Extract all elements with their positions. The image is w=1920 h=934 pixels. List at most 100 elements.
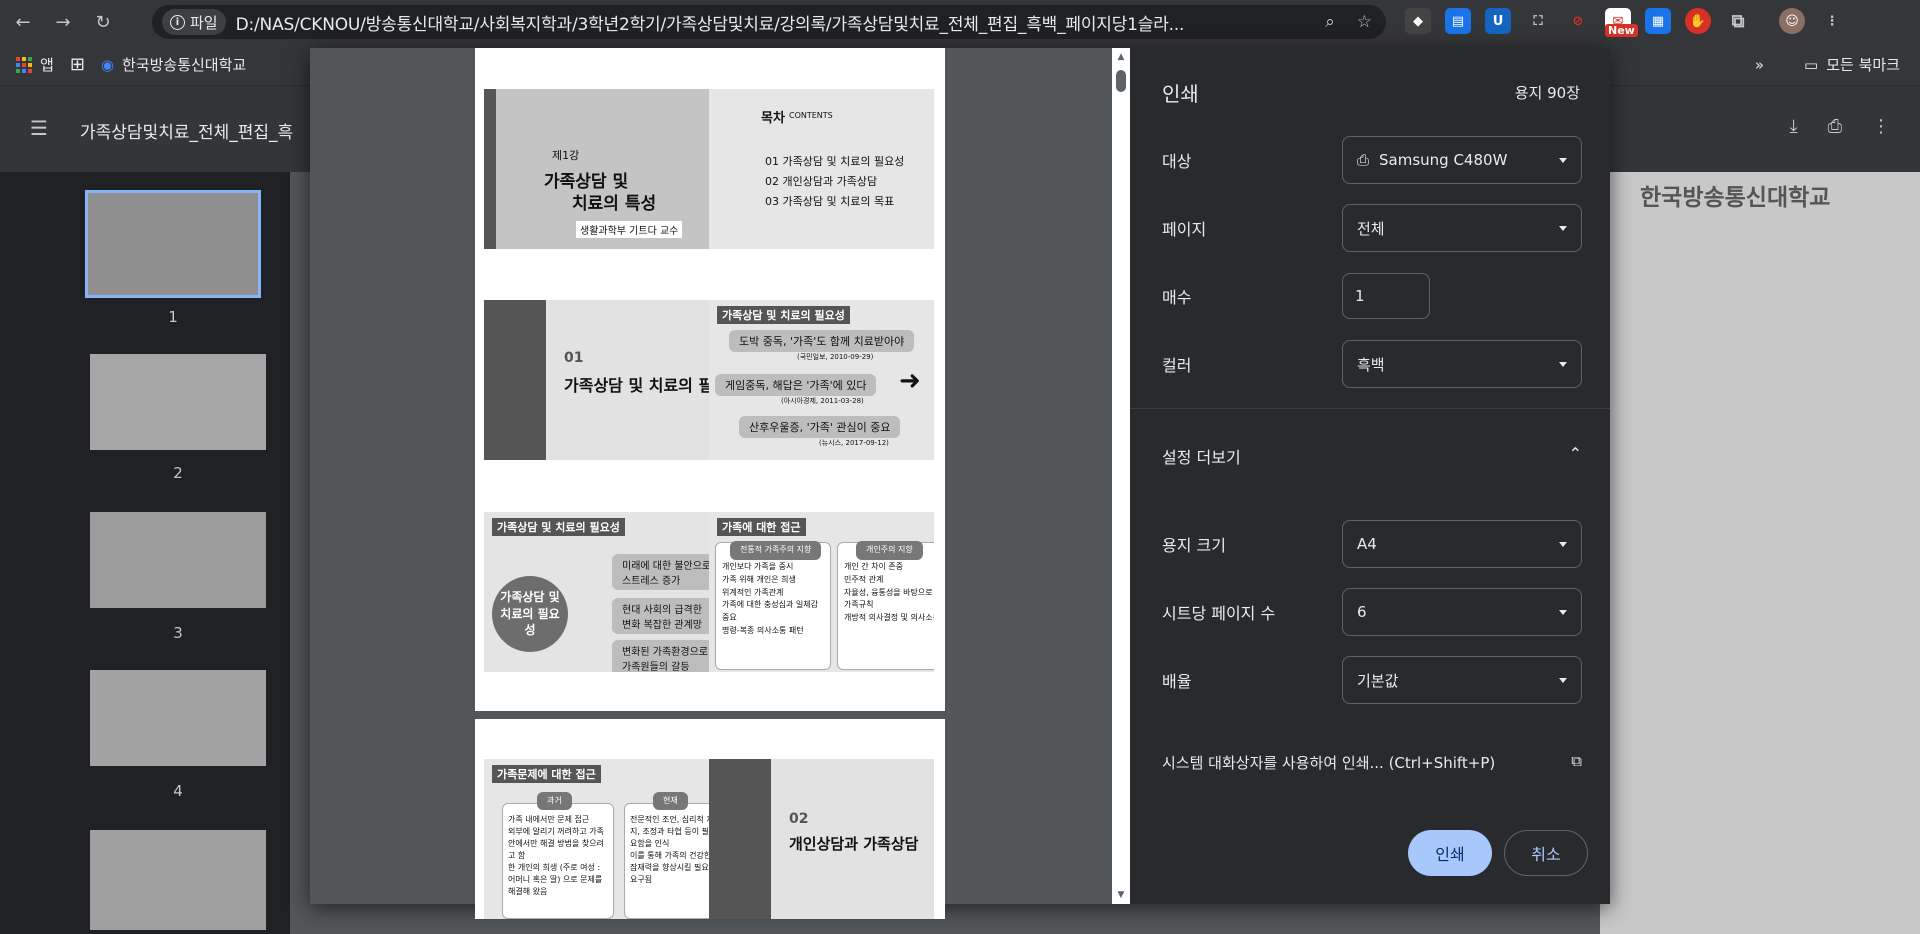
column-item: 민주적 관계 xyxy=(844,574,884,584)
sheet-count: 용지 90장 xyxy=(1514,84,1580,102)
dropdown-caret-icon xyxy=(1559,362,1567,367)
scroll-down-icon[interactable]: ▼ xyxy=(1116,890,1126,900)
more-icon[interactable]: ⋮ xyxy=(1872,116,1890,137)
destination-label: 대상 xyxy=(1162,152,1192,171)
slide-dark-strip xyxy=(709,759,771,919)
thumbnail-page-2[interactable] xyxy=(90,354,266,450)
slide-dark-strip xyxy=(484,89,496,249)
address-bar[interactable]: i 파일 D:/NAS/CKNOU/방송통신대학교/사회복지학과/3학년2학기/… xyxy=(152,5,1386,39)
more-settings-toggle[interactable]: 설정 더보기 ⌃ xyxy=(1162,444,1582,468)
chrome-menu-icon[interactable]: ⋮ xyxy=(1819,8,1845,34)
arrow-icon: ➜ xyxy=(899,366,921,396)
scale-select[interactable]: 기본값 xyxy=(1342,656,1582,704)
scroll-thumb[interactable] xyxy=(1116,70,1126,92)
destination-row: 대상 ⎙ Samsung C480W xyxy=(1162,136,1582,184)
thumbnail-label: 3 xyxy=(173,624,183,642)
evernote-extension-icon[interactable]: ◆ xyxy=(1405,8,1431,34)
news-item: 도박 중독, '가족'도 함께 치료받아야 xyxy=(729,330,915,352)
slide-author: 생활과학부 기트다 교수 xyxy=(576,221,683,238)
print-button[interactable]: 인쇄 xyxy=(1408,830,1492,876)
bookmark-star-icon[interactable]: ☆ xyxy=(1357,12,1372,32)
scale-row: 배율 기본값 xyxy=(1162,656,1582,704)
thumbnail-page-5[interactable] xyxy=(90,830,266,930)
preview-scrollbar[interactable]: ▲ ▼ xyxy=(1112,48,1130,904)
bookmarks-overflow[interactable]: » xyxy=(1755,56,1764,74)
extension-u-icon[interactable]: U xyxy=(1485,8,1511,34)
present-column: 현재 전문적인 조언, 심리적 지지, 조정과 타협 등이 필요함을 인식 이를… xyxy=(624,792,709,919)
back-icon[interactable]: ← xyxy=(6,5,40,39)
color-select[interactable]: 흑백 xyxy=(1342,340,1582,388)
open-external-icon: ⧉ xyxy=(1571,752,1582,770)
contents-title-en: CONTENTS xyxy=(789,111,833,120)
extension-red-icon[interactable]: ⊘ xyxy=(1565,8,1591,34)
pdf-menu-icon[interactable]: ☰ xyxy=(30,116,48,140)
scroll-up-icon[interactable]: ▲ xyxy=(1116,52,1126,62)
thumbnail-page-1[interactable] xyxy=(85,190,261,298)
print-preview: 제1강 가족상담 및 치료의 특성 생활과학부 기트다 교수 목차 CONTEN… xyxy=(310,48,1130,919)
bookmark-apps[interactable]: 앱 xyxy=(16,54,54,75)
bookmark-grid[interactable]: ⊞ xyxy=(70,54,85,75)
news-source: (뉴시스, 2017-09-12) xyxy=(819,439,889,447)
browser-toolbar: ← → ↻ i 파일 D:/NAS/CKNOU/방송통신대학교/사회복지학과/3… xyxy=(0,0,1920,44)
section-heading: 가족문제에 대한 접근 xyxy=(492,765,601,783)
print-title: 인쇄 xyxy=(1162,82,1199,106)
chapter-title: 개인상담과 가족상담 xyxy=(789,835,919,853)
thumbnail-label: 4 xyxy=(173,782,183,800)
copies-row: 매수 1 xyxy=(1162,272,1582,320)
column-item: 위계적인 가족관계 xyxy=(722,587,784,597)
pages-per-sheet-select[interactable]: 6 xyxy=(1342,588,1582,636)
paper-size-select[interactable]: A4 xyxy=(1342,520,1582,568)
screen-capture-icon[interactable]: ⛶ xyxy=(1525,8,1551,34)
column-item: 이를 통해 가족의 건강한 잠재력을 향상시킬 필요 요구됨 xyxy=(630,851,709,884)
extension-doc-icon[interactable]: ▦ xyxy=(1645,8,1671,34)
settings-divider xyxy=(1130,408,1610,409)
bookmark-knou[interactable]: ◉ 한국방송통신대학교 xyxy=(101,54,246,75)
paper-size-value: A4 xyxy=(1357,535,1377,553)
chapter-title: 가족상담 및 치료의 필 xyxy=(564,376,709,395)
extensions-puzzle-icon[interactable]: ⧉ xyxy=(1725,8,1751,34)
thumbnail-page-4[interactable] xyxy=(90,670,266,766)
preview-slide-row: 가족문제에 대한 접근 과거 가족 내에서만 문제 접근 외부에 알리기 꺼려하… xyxy=(484,759,934,919)
past-column: 과거 가족 내에서만 문제 접근 외부에 알리기 꺼려하고 가족 안에서만 해결… xyxy=(502,792,614,919)
column-item: 개인보다 가족을 중시 xyxy=(722,562,794,571)
background-page xyxy=(1600,172,1920,934)
profile-avatar[interactable]: ☺ xyxy=(1779,8,1805,34)
necessity-circle: 가족상담 및 치료의 필요성 xyxy=(492,576,568,652)
cancel-button[interactable]: 취소 xyxy=(1504,830,1588,876)
system-dialog-link[interactable]: 시스템 대화상자를 사용하여 인쇄... (Ctrl+Shift+P) ⧉ xyxy=(1162,752,1582,773)
destination-select[interactable]: ⎙ Samsung C480W xyxy=(1342,136,1582,184)
section-heading: 가족상담 및 치료의 필요성 xyxy=(717,306,850,324)
forward-icon[interactable]: → xyxy=(46,5,80,39)
copies-input[interactable]: 1 xyxy=(1342,273,1430,319)
extension-new-icon[interactable]: ✉ New xyxy=(1605,8,1638,37)
file-chip-label: 파일 xyxy=(190,13,218,32)
slide-dark-strip xyxy=(484,300,546,460)
pages-value: 전체 xyxy=(1357,219,1385,238)
chapter-label: 제1강 xyxy=(552,149,580,162)
pages-select[interactable]: 전체 xyxy=(1342,204,1582,252)
download-icon[interactable]: ⤓ xyxy=(1790,116,1798,137)
url-text[interactable]: D:/NAS/CKNOU/방송통신대학교/사회복지학과/3학년2학기/가족상담및… xyxy=(236,10,1306,35)
zoom-icon[interactable]: ⌕ xyxy=(1325,12,1335,32)
thumbnail-page-3[interactable] xyxy=(90,512,266,608)
new-badge: New xyxy=(1605,24,1638,37)
thumbnail-sidebar: 1 2 3 4 xyxy=(0,172,290,934)
news-source: (국민일보, 2010-09-29) xyxy=(797,353,874,361)
individualism-column: 개인주의 지향 개인 간 차이 존중 민주적 관계 자율성, 융통성을 바탕으로… xyxy=(837,541,934,670)
slide-title: 제1강 가족상담 및 치료의 특성 생활과학부 기트다 교수 xyxy=(484,89,709,249)
more-settings-label: 설정 더보기 xyxy=(1162,448,1241,467)
reload-icon[interactable]: ↻ xyxy=(86,5,120,39)
site-info-chip[interactable]: i 파일 xyxy=(162,9,226,35)
all-bookmarks[interactable]: ▭ 모든 북마크 xyxy=(1804,54,1900,75)
extension-stop-icon[interactable]: ✋ xyxy=(1685,8,1711,34)
column-item: 가족에 대한 충성심과 일체감 중요 xyxy=(722,600,818,623)
pages-per-sheet-row: 시트당 페이지 수 6 xyxy=(1162,588,1582,636)
extension-blue-icon[interactable]: ▤ xyxy=(1445,8,1471,34)
chapter-number: 02 xyxy=(789,811,809,827)
necessity-item: 현대 사회의 급격한 변화 복잡한 관계망 xyxy=(612,598,709,634)
pages-row: 페이지 전체 xyxy=(1162,204,1582,252)
bookmark-knou-label: 한국방송통신대학교 xyxy=(122,56,247,74)
section-heading: 가족상담 및 치료의 필요성 xyxy=(492,518,625,536)
column-item: 명령-복종 의사소통 패턴 xyxy=(722,625,804,635)
print-icon[interactable]: ⎙ xyxy=(1828,116,1842,137)
